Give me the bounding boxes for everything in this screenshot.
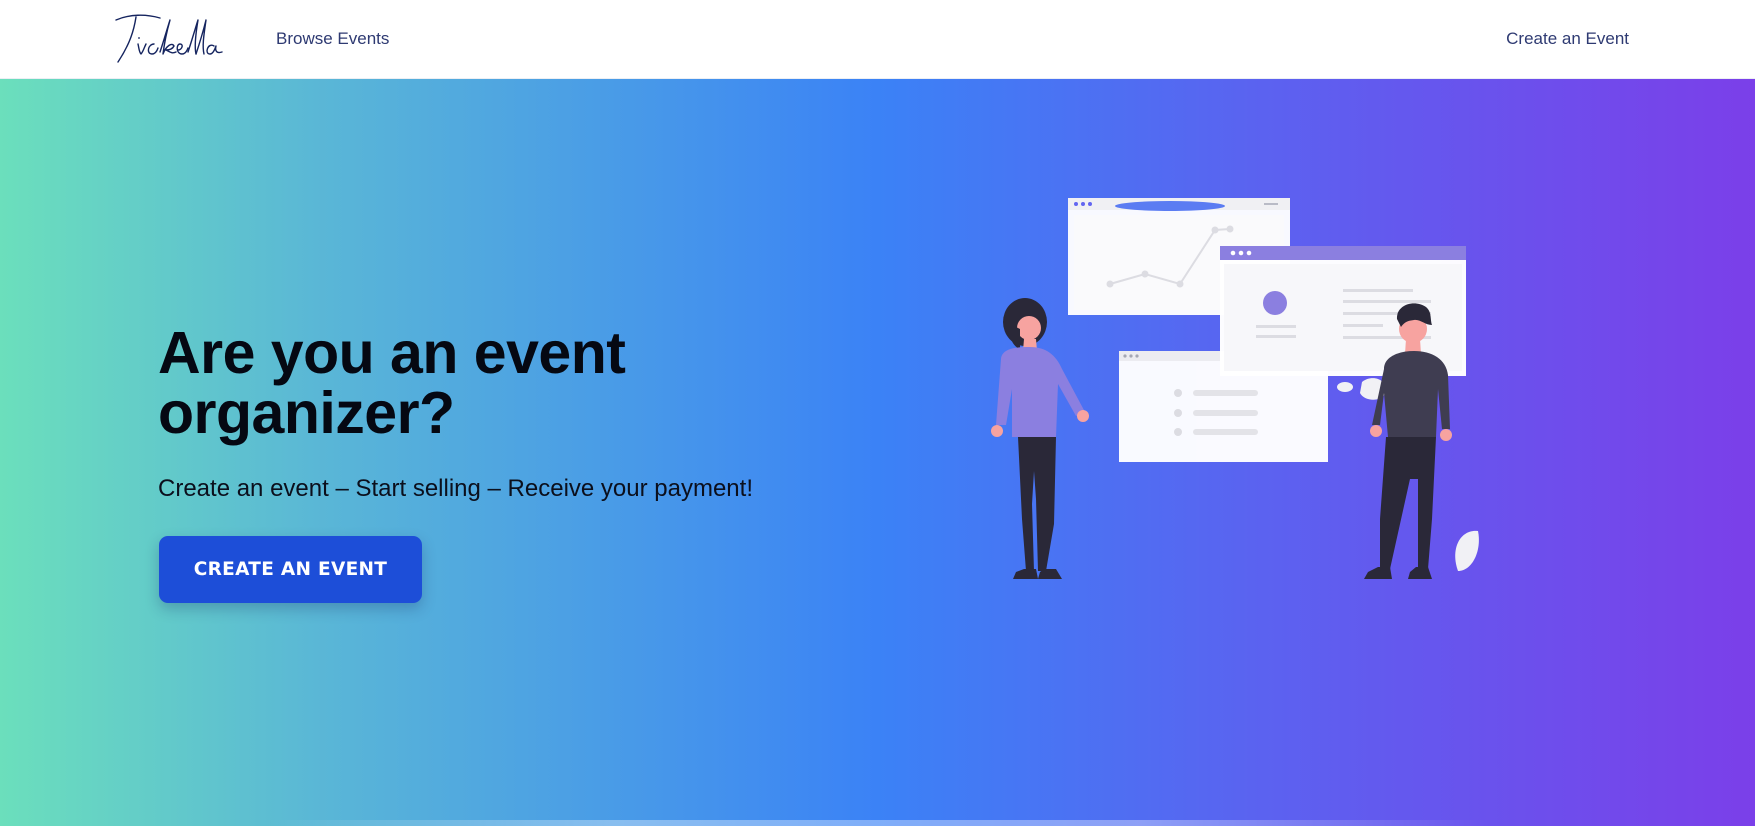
organizers-illustration xyxy=(991,198,1479,579)
hero-bottom-fade xyxy=(0,820,1755,826)
top-navbar: Browse Events Create an Event xyxy=(0,0,1755,79)
create-event-button[interactable]: CREATE AN EVENT xyxy=(159,536,422,603)
nav-create-event[interactable]: Create an Event xyxy=(1506,27,1629,51)
hero-title: Are you an event organizer? xyxy=(158,320,626,446)
tickella-logo[interactable] xyxy=(108,6,228,66)
logo-script-mark xyxy=(115,14,223,63)
hero-subtitle: Create an event – Start selling – Receiv… xyxy=(158,475,753,502)
nav-browse-events[interactable]: Browse Events xyxy=(276,27,389,51)
hero-section: Are you an event organizer? Create an ev… xyxy=(0,79,1755,826)
woman-figure xyxy=(991,298,1089,579)
